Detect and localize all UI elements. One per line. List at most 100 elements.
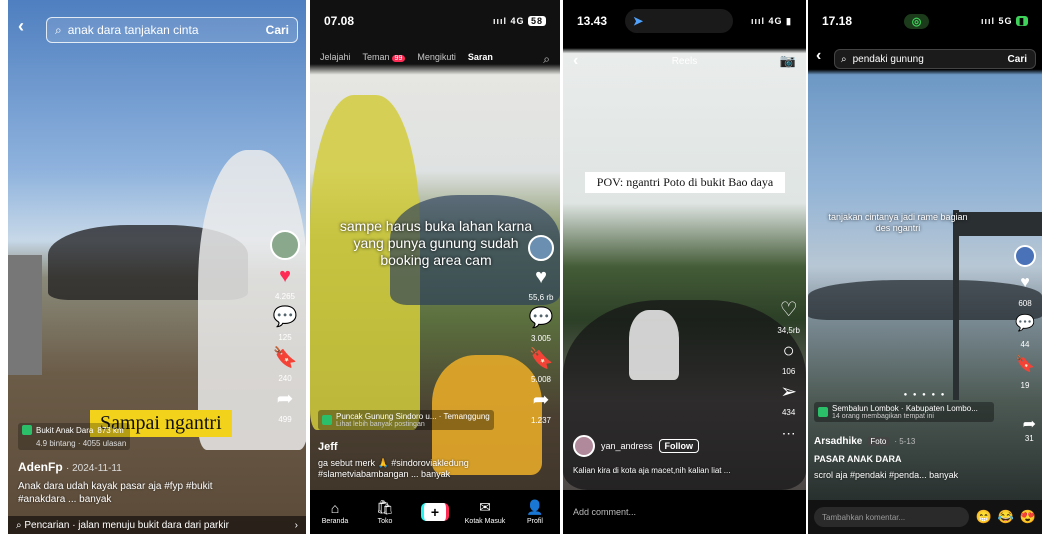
clock: 17.18 bbox=[822, 14, 853, 28]
nav-profile[interactable]: 👤 Profil bbox=[510, 499, 560, 525]
signpost-board bbox=[958, 212, 1042, 236]
nav-shop[interactable]: 🛍 Toko bbox=[360, 499, 410, 525]
inbox-icon: ✉ bbox=[479, 499, 491, 515]
share-count: 31 bbox=[1024, 434, 1034, 443]
post-caption[interactable]: Kalian kira di kota aja macet,nih kalian… bbox=[573, 464, 788, 477]
like-count: 4.265 bbox=[274, 292, 296, 301]
search-query[interactable]: anak dara tanjakan cinta bbox=[68, 23, 266, 37]
bookmark-icon[interactable]: 🔖 bbox=[273, 348, 298, 368]
location-tag[interactable]: Bukit Anak Dara 873 km 4.9 bintang · 4055… bbox=[18, 423, 131, 450]
chevron-right-icon: › bbox=[294, 519, 298, 531]
search-button[interactable]: Cari bbox=[1008, 54, 1027, 65]
search-bar[interactable]: ⌕ anak dara tanjakan cinta Cari bbox=[46, 17, 298, 43]
feed-tabs: Jelajahi Teman 99 Mengikuti Saran ⌕ bbox=[320, 52, 550, 67]
location-distance: 873 km bbox=[97, 425, 124, 435]
location-sub: 14 orang membagikan tempat ini bbox=[832, 413, 934, 420]
post-date: · 2024-11-11 bbox=[66, 463, 122, 474]
location-sub: Lihat lebih banyak postingan bbox=[336, 421, 425, 428]
overlay-text: sampe harus buka lahan karna yang punya … bbox=[339, 218, 533, 268]
bookmark-icon[interactable]: 🔖 bbox=[1015, 355, 1035, 375]
heart-icon[interactable]: ♡ bbox=[780, 300, 798, 320]
profile-icon: 👤 bbox=[526, 499, 544, 515]
location-tag[interactable]: Sembalun Lombok · Kabupaten Lombo... 14 … bbox=[814, 402, 994, 422]
username[interactable]: Arsadhike bbox=[814, 436, 862, 447]
location-name: Bukit Anak Dara bbox=[36, 425, 94, 435]
screenshot-panel-4: 17.18 ◎ ıııl 5G ▮ ‹ ⌕ pendaki gunung Car… bbox=[808, 0, 1042, 534]
tab-mengikuti[interactable]: Mengikuti bbox=[417, 52, 456, 67]
save-count: 19 bbox=[1020, 381, 1030, 390]
screenshot-panel-1: ‹ ⌕ anak dara tanjakan cinta Cari ♥ 4.26… bbox=[8, 0, 306, 534]
creator-avatar[interactable] bbox=[1014, 245, 1036, 267]
friends-badge: 99 bbox=[391, 55, 406, 62]
related-search-bar[interactable]: ⌕ Pencarian · jalan menuju bukit dara da… bbox=[8, 516, 306, 534]
add-comment-field[interactable]: Add comment... bbox=[563, 490, 806, 534]
tab-teman[interactable]: Teman 99 bbox=[363, 52, 406, 67]
shop-icon: 🛍 bbox=[376, 499, 394, 515]
heart-icon[interactable]: ♥ bbox=[535, 267, 547, 287]
crowd-silhouette bbox=[563, 300, 806, 490]
tab-saran[interactable]: Saran bbox=[468, 52, 493, 67]
clock: 13.43 bbox=[577, 14, 608, 28]
camera-icon[interactable]: 📷 bbox=[780, 53, 796, 69]
back-arrow-icon[interactable]: ‹ bbox=[18, 16, 24, 37]
creator-avatar[interactable] bbox=[270, 230, 300, 260]
follow-button[interactable]: Follow bbox=[658, 439, 700, 453]
send-icon[interactable]: ➢ bbox=[780, 382, 797, 402]
creator-avatar[interactable] bbox=[573, 435, 595, 457]
location-tag[interactable]: Puncak Gunung Sindoro u... · Temanggung … bbox=[318, 410, 494, 430]
post-caption[interactable]: scrol aja #pendaki #penda... banyak bbox=[814, 469, 1014, 482]
comment-input[interactable]: Tambahkan komentar... bbox=[814, 507, 970, 527]
search-icon: ⌕ bbox=[55, 22, 62, 37]
crowd-silhouette bbox=[808, 280, 1042, 320]
hiker-figure bbox=[629, 310, 679, 380]
bookmark-icon[interactable]: 🔖 bbox=[529, 349, 554, 369]
share-icon: ➦ bbox=[1022, 416, 1036, 433]
share-icon[interactable]: ➦ bbox=[533, 390, 550, 410]
location-icon bbox=[22, 425, 32, 435]
share-action[interactable]: ➦ 31 bbox=[1023, 414, 1036, 443]
post-date: · 5-13 bbox=[894, 437, 916, 446]
emoji-grin[interactable]: 😁 bbox=[975, 509, 991, 525]
username[interactable]: AdenFp · 2024-11-11 bbox=[18, 460, 122, 474]
post-caption[interactable]: ga sebut merk 🙏 #sindoroviakledung #slam… bbox=[318, 458, 518, 480]
share-count: 499 bbox=[278, 415, 292, 424]
like-count: 55,6 rb bbox=[528, 293, 554, 302]
share-count: 434 bbox=[781, 408, 796, 417]
search-bar[interactable]: ⌕ pendaki gunung Cari bbox=[834, 49, 1036, 69]
heart-icon[interactable]: ♥ bbox=[279, 266, 291, 286]
emoji-heart-eyes[interactable]: 😍 bbox=[1020, 509, 1036, 525]
signal-indicator: ıııl 4G ▮ bbox=[751, 15, 792, 26]
emoji-laugh[interactable]: 😂 bbox=[998, 509, 1014, 525]
overlay-text: POV: ngantri Poto di bukit Bao daya bbox=[585, 172, 785, 193]
clock: 07.08 bbox=[324, 14, 355, 28]
nav-create[interactable]: + bbox=[410, 503, 460, 521]
action-rail: ♥ 608 💬 44 🔖 19 bbox=[1014, 245, 1036, 390]
back-arrow-icon[interactable]: ‹ bbox=[816, 47, 821, 65]
location-icon bbox=[818, 407, 828, 417]
nav-home[interactable]: ⌂ Beranda bbox=[310, 500, 360, 525]
action-rail: ♥ 55,6 rb 💬 3.005 🔖 5.008 ➦ 1.237 bbox=[528, 235, 554, 425]
reels-header: Reels bbox=[671, 56, 698, 67]
nav-inbox[interactable]: ✉ Kotak Masuk bbox=[460, 499, 510, 525]
tab-jelajahi[interactable]: Jelajahi bbox=[320, 52, 351, 67]
comment-icon[interactable]: ○ bbox=[783, 341, 795, 361]
username[interactable]: yan_andress bbox=[601, 441, 653, 451]
heart-icon[interactable]: ♥ bbox=[1020, 273, 1030, 293]
username[interactable]: Jeff bbox=[318, 441, 338, 453]
creator-avatar[interactable] bbox=[528, 235, 554, 261]
search-button[interactable]: Cari bbox=[266, 23, 289, 37]
comment-icon[interactable]: 💬 bbox=[273, 307, 298, 327]
action-rail: ♥ 4.265 💬 125 🔖 240 ➦ 499 bbox=[270, 230, 300, 424]
more-icon[interactable]: ⋯ bbox=[782, 423, 796, 443]
comment-icon[interactable]: 💬 bbox=[529, 308, 554, 328]
comment-count: 125 bbox=[278, 333, 292, 342]
location-icon bbox=[322, 415, 332, 425]
comment-bar: Tambahkan komentar... 😁 😂 😍 bbox=[808, 500, 1042, 534]
search-query[interactable]: pendaki gunung bbox=[853, 54, 1008, 65]
post-caption[interactable]: Anak dara udah kayak pasar aja #fyp #buk… bbox=[18, 480, 248, 506]
share-icon[interactable]: ➦ bbox=[277, 389, 294, 409]
like-count: 34,5rb bbox=[777, 326, 800, 335]
search-icon[interactable]: ⌕ bbox=[543, 52, 550, 67]
save-count: 240 bbox=[278, 374, 292, 383]
comment-icon[interactable]: 💬 bbox=[1015, 314, 1035, 334]
